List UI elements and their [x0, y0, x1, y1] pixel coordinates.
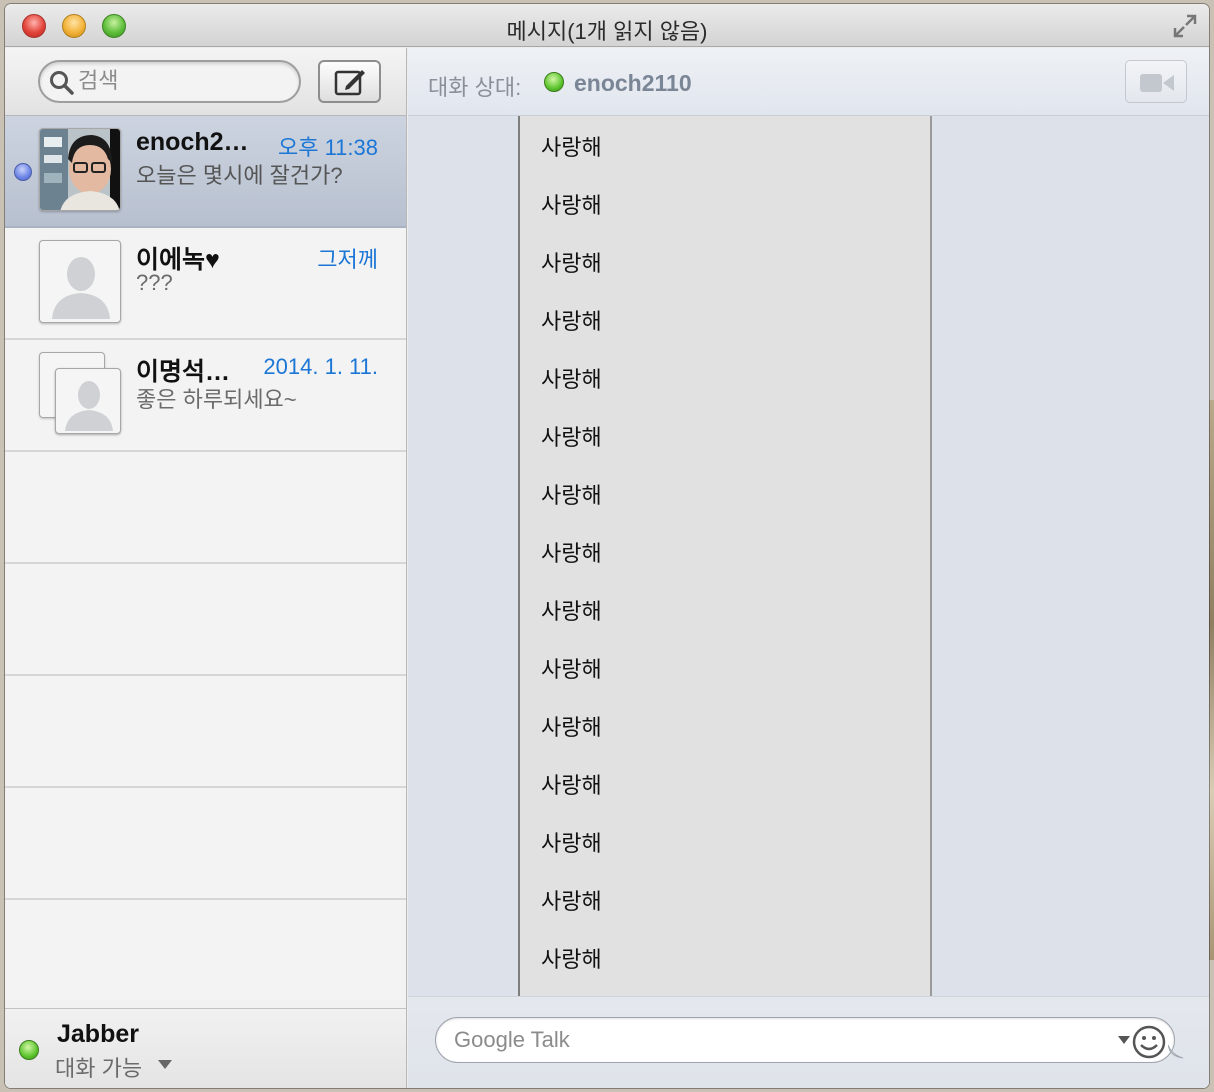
- message-text: 사랑해: [541, 657, 602, 682]
- video-camera-icon: [1140, 74, 1174, 92]
- chat-header: 대화 상대: enoch2110: [408, 48, 1209, 116]
- conversation-sidebar: enoch2… 오후 11:38 오늘은 몇시에 잘건가? 이에녹♥ 그저께 ?…: [5, 48, 407, 1088]
- message-text: 사랑해: [541, 889, 602, 914]
- empty-row: [5, 788, 406, 900]
- availability-status[interactable]: 대화 가능: [55, 1051, 142, 1083]
- chat-pane: 대화 상대: enoch2110 사랑해 사랑해 사랑해 사랑해 사랑해 사랑해 사랑해 사랑…: [408, 48, 1209, 1088]
- message-text: 사랑해: [541, 425, 602, 450]
- conversation-list: enoch2… 오후 11:38 오늘은 몇시에 잘건가? 이에녹♥ 그저께 ?…: [5, 116, 406, 1000]
- message-text: 사랑해: [541, 483, 602, 508]
- conversation-time: 2014. 1. 11.: [263, 354, 378, 379]
- video-call-button[interactable]: [1125, 60, 1187, 103]
- message-text: 사랑해: [541, 831, 602, 856]
- conversation-item[interactable]: 이명석… 2014. 1. 11. 좋은 하루되세요~: [5, 340, 406, 452]
- unread-indicator: [14, 163, 32, 181]
- empty-row: [5, 564, 406, 676]
- bubble-tail-icon: [1168, 1045, 1184, 1059]
- avatar: [39, 128, 121, 211]
- message-text: 사랑해: [541, 541, 602, 566]
- fullscreen-icon[interactable]: [1171, 12, 1199, 40]
- conversation-item[interactable]: enoch2… 오후 11:38 오늘은 몇시에 잘건가?: [5, 116, 406, 228]
- account-name: Jabber: [57, 1020, 139, 1048]
- sidebar-toolbar: [5, 48, 406, 116]
- compose-button[interactable]: [318, 60, 381, 103]
- avatar: [39, 352, 121, 435]
- conversation-time: 그저께: [317, 247, 378, 272]
- compose-icon: [334, 70, 365, 96]
- empty-row: [5, 900, 406, 1000]
- avatar: [39, 240, 121, 323]
- message-text: 사랑해: [541, 251, 602, 276]
- message-text: 사랑해: [541, 309, 602, 334]
- contact-name[interactable]: enoch2110: [574, 70, 692, 97]
- to-label: 대화 상대:: [428, 75, 522, 100]
- search-field[interactable]: [38, 60, 301, 103]
- title-bar[interactable]: 메시지(1개 읽지 않음): [5, 4, 1209, 47]
- window-title: 메시지(1개 읽지 않음): [506, 19, 708, 44]
- conversation-name: enoch2…: [136, 128, 249, 156]
- conversation-preview: 오늘은 몇시에 잘건가?: [136, 163, 343, 188]
- online-status-icon: [19, 1040, 39, 1060]
- message-text: 사랑해: [541, 715, 602, 740]
- person-silhouette-icon: [52, 257, 110, 319]
- group-avatar-front: [55, 368, 121, 434]
- account-status-bar: Jabber 대화 가능: [5, 1008, 406, 1088]
- message-input[interactable]: [454, 1024, 1094, 1056]
- conversation-preview: ???: [136, 270, 173, 295]
- message-text: 사랑해: [541, 947, 602, 972]
- message-text: 사랑해: [541, 193, 602, 218]
- message-composer: [408, 996, 1209, 1088]
- message-text: 사랑해: [541, 135, 602, 160]
- search-input[interactable]: [78, 66, 288, 96]
- conversation-item[interactable]: 이에녹♥ 그저께 ???: [5, 228, 406, 340]
- chevron-down-icon[interactable]: [158, 1060, 172, 1070]
- contact-online-icon: [544, 72, 564, 92]
- empty-row: [5, 452, 406, 564]
- message-transcript[interactable]: 사랑해 사랑해 사랑해 사랑해 사랑해 사랑해 사랑해 사랑해 사랑해 사랑해 사랑해 사랑해 사랑해 사…: [408, 116, 1209, 996]
- message-column: 사랑해 사랑해 사랑해 사랑해 사랑해 사랑해 사랑해 사랑해 사랑해 사랑해 사랑해 사랑해 사랑해 사…: [518, 116, 932, 996]
- conversation-preview: 좋은 하루되세요~: [136, 387, 297, 412]
- message-text: 사랑해: [541, 367, 602, 392]
- person-silhouette-icon: [65, 381, 113, 431]
- message-text: 사랑해: [541, 599, 602, 624]
- message-text: 사랑해: [541, 773, 602, 798]
- contact-photo: [40, 129, 120, 210]
- messages-window: 메시지(1개 읽지 않음) 검색 enoch2… 오후 11:38 오늘은 몇시…: [5, 4, 1209, 1088]
- message-field[interactable]: [435, 1017, 1175, 1063]
- search-icon: [50, 71, 74, 95]
- empty-row: [5, 676, 406, 788]
- chevron-down-icon[interactable]: [1118, 1036, 1130, 1045]
- emoji-icon[interactable]: [1131, 1024, 1167, 1060]
